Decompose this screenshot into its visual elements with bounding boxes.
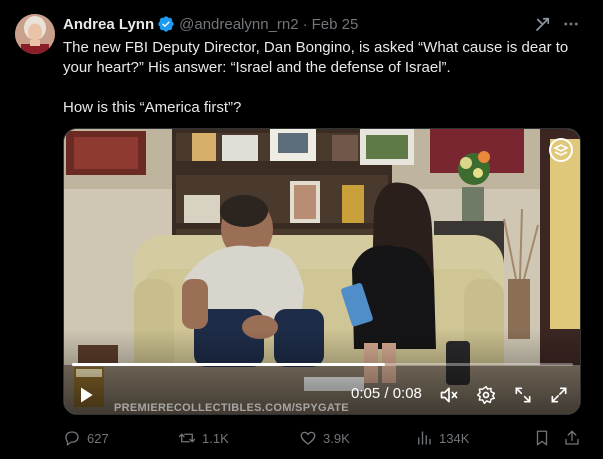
- video-frame: [64, 129, 580, 414]
- settings-icon[interactable]: [476, 385, 496, 405]
- reply-count: 627: [87, 430, 109, 446]
- share-icon: [565, 430, 579, 445]
- post-text: The new FBI Deputy Director, Dan Bongino…: [63, 38, 588, 118]
- more-icon[interactable]: [562, 15, 580, 33]
- like-icon: [300, 431, 316, 445]
- author-handle[interactable]: @andrealynn_rn2: [179, 16, 298, 33]
- fullscreen-icon[interactable]: [549, 385, 569, 405]
- share-button[interactable]: [563, 428, 587, 448]
- post-text-paragraph: The new FBI Deputy Director, Dan Bongino…: [63, 39, 569, 76]
- bookmark-icon: [536, 430, 548, 446]
- action-bar: 627 1.1K 3.9K 134K: [63, 428, 588, 448]
- post-date[interactable]: Feb 25: [312, 16, 359, 33]
- video-progress-fill: [72, 363, 386, 366]
- tweet-card[interactable]: Andrea Lynn @andrealynn_rn2 · Feb 25 The…: [0, 0, 603, 459]
- post-header: Andrea Lynn @andrealynn_rn2 · Feb 25: [63, 14, 358, 34]
- bookmark-button[interactable]: [533, 428, 557, 448]
- video-player[interactable]: PREMIERECOLLECTIBLES.COM/SPYGATE 0:05 / …: [63, 128, 581, 415]
- reply-icon: [65, 431, 79, 447]
- minimize-icon[interactable]: [513, 385, 533, 405]
- repost-count: 1.1K: [202, 430, 229, 446]
- like-count: 3.9K: [323, 430, 350, 446]
- media-logo-icon: [549, 138, 573, 162]
- repost-icon: [178, 433, 196, 443]
- separator-dot: ·: [302, 15, 308, 33]
- repost-button[interactable]: 1.1K: [178, 428, 229, 448]
- grok-icon[interactable]: [534, 15, 552, 33]
- views-count: 134K: [439, 430, 470, 446]
- author-avatar[interactable]: [15, 14, 55, 54]
- views-icon: [418, 431, 431, 445]
- mute-icon[interactable]: [439, 385, 459, 405]
- reply-button[interactable]: 627: [63, 428, 109, 448]
- like-button[interactable]: 3.9K: [299, 428, 350, 448]
- views-button[interactable]: 134K: [415, 428, 469, 448]
- video-time: 0:05 / 0:08: [351, 385, 422, 402]
- play-icon[interactable]: [76, 385, 96, 405]
- video-progress-bar[interactable]: [72, 363, 573, 366]
- video-watermark: PREMIERECOLLECTIBLES.COM/SPYGATE: [114, 402, 349, 414]
- verified-badge-icon: [158, 16, 174, 32]
- post-text-paragraph: How is this “America first”?: [63, 99, 242, 116]
- author-name[interactable]: Andrea Lynn: [63, 16, 154, 33]
